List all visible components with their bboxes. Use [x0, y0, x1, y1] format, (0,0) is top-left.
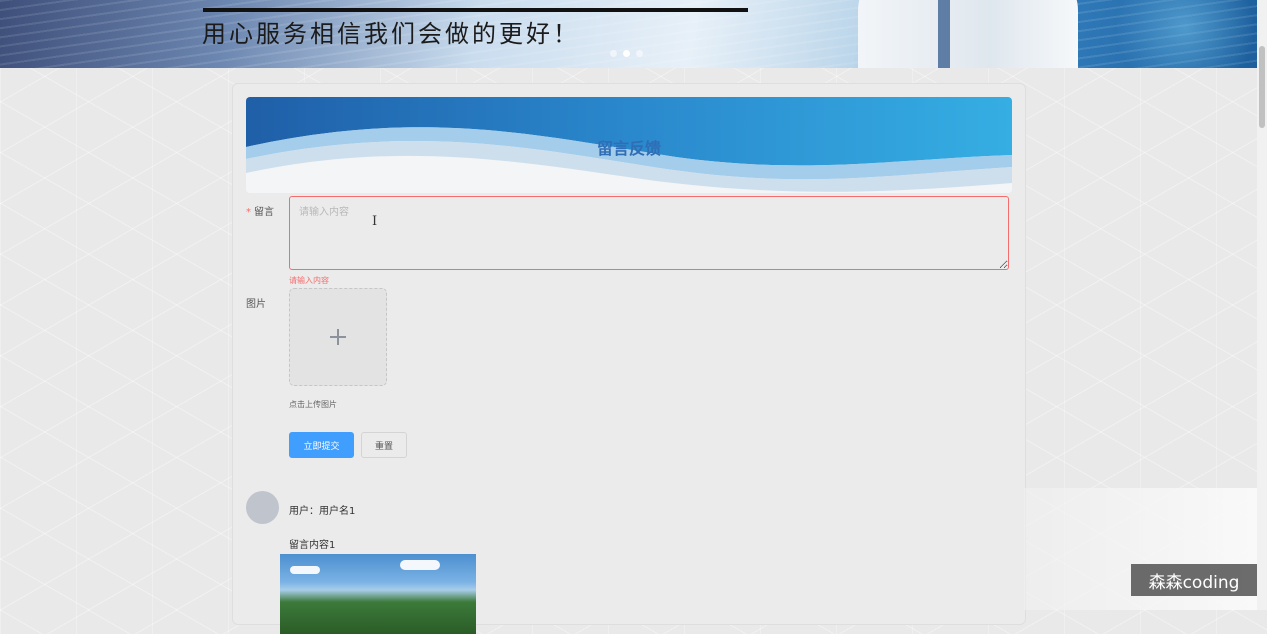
banner-slogan: 用心服务相信我们会做的更好！ — [202, 20, 580, 48]
submit-button[interactable]: 立即提交 — [289, 432, 354, 458]
comment-image — [280, 554, 476, 634]
banner-hex-decoration — [1077, 0, 1257, 68]
required-asterisk: * — [246, 207, 251, 218]
image-label: 图片 — [246, 299, 266, 310]
carousel-dot-3[interactable] — [636, 50, 643, 57]
feedback-title: 留言反馈 — [596, 139, 661, 158]
comment-content: 留言内容1 — [289, 540, 336, 551]
text-cursor-icon: I — [372, 214, 378, 229]
hero-banner: 用心服务相信我们会做的更好！ — [0, 0, 1257, 68]
cloud-shape — [400, 560, 440, 570]
cloud-shape — [290, 566, 320, 574]
page-scrollbar[interactable] — [1257, 0, 1267, 610]
banner-doctor-image — [858, 0, 1078, 68]
upload-tip: 点击上传图片 — [289, 400, 337, 409]
avatar — [246, 491, 279, 524]
message-error-text: 请输入内容 — [289, 276, 329, 285]
reset-button[interactable]: 重置 — [361, 432, 407, 458]
carousel-dot-2[interactable] — [623, 50, 630, 57]
plus-icon — [330, 329, 346, 345]
scrollbar-thumb[interactable] — [1259, 46, 1265, 128]
carousel-indicators — [610, 50, 643, 57]
image-uploader[interactable] — [289, 288, 387, 386]
banner-rule — [203, 8, 748, 12]
watermark: 森森coding — [1131, 564, 1257, 596]
comment-user: 用户：用户名1 — [289, 506, 356, 517]
message-label: * 留言 — [246, 207, 274, 218]
message-textarea[interactable] — [289, 196, 1009, 270]
carousel-dot-1[interactable] — [610, 50, 617, 57]
feedback-header-image: 留言反馈 — [246, 97, 1012, 193]
feedback-card: 留言反馈 *留言 I 请输入内容 图片 点击上传图片 立即提交 重置 用户：用户… — [232, 83, 1026, 634]
